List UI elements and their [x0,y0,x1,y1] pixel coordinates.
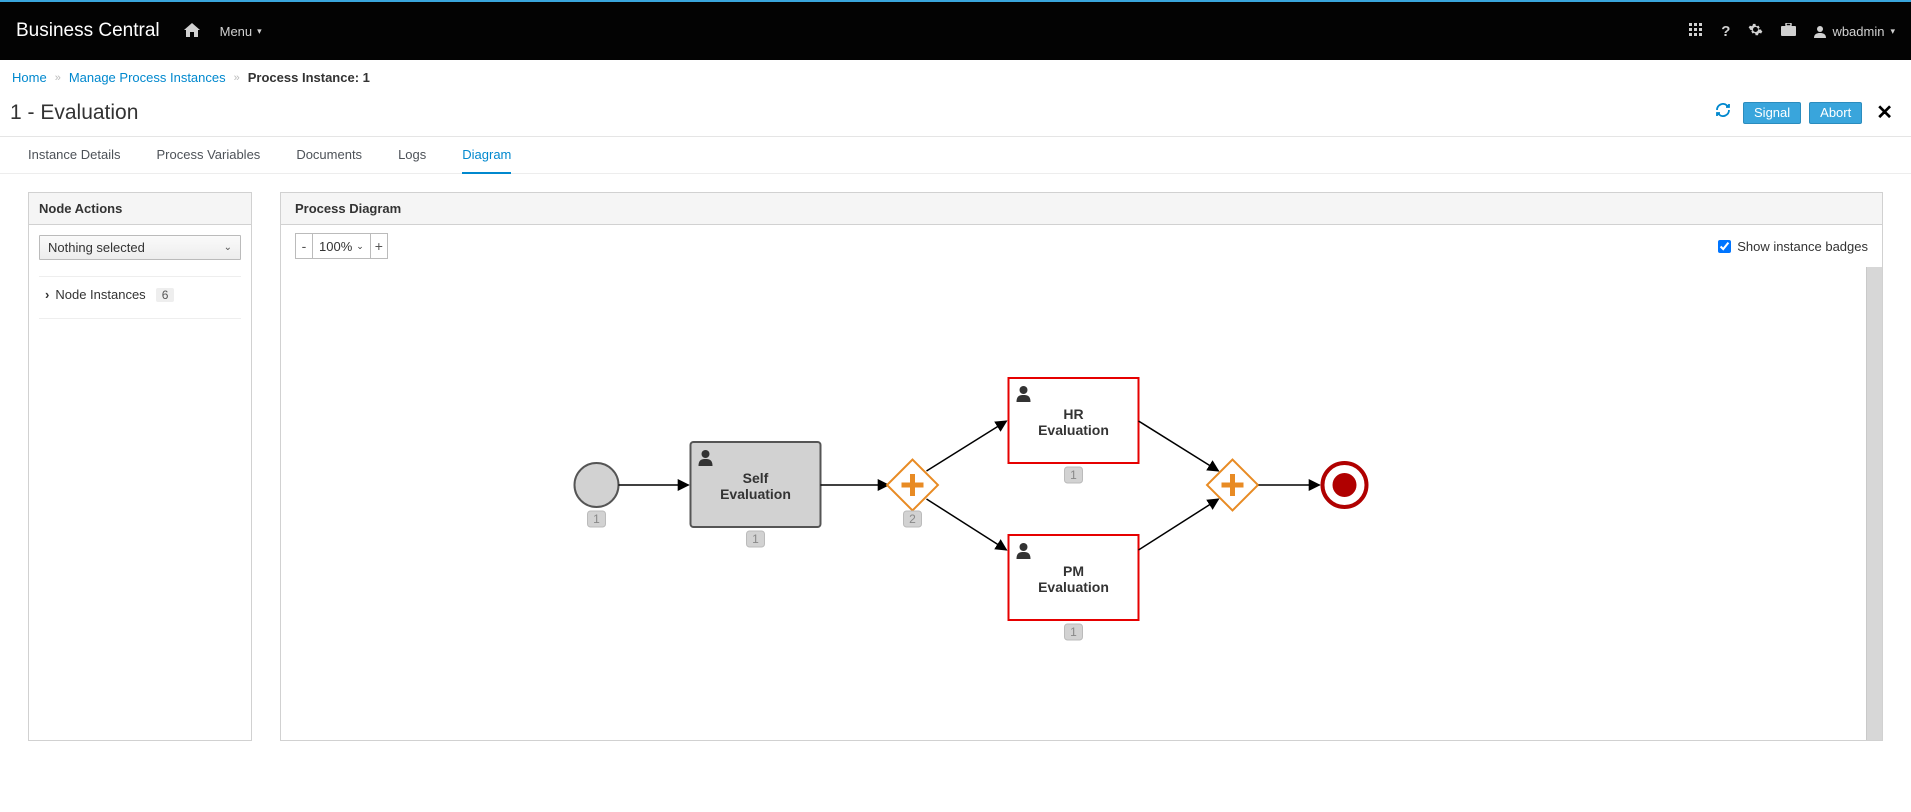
help-icon[interactable]: ? [1721,23,1730,40]
tab-diagram[interactable]: Diagram [462,137,511,174]
flow-pm-gw2 [1139,499,1219,550]
menu-dropdown[interactable]: Menu ▾ [220,24,262,39]
user-menu[interactable]: wbadmin ▾ [1814,24,1895,39]
end-event[interactable] [1323,463,1367,507]
self-eval-badge: 1 [747,531,765,547]
bpmn-diagram: 1 Self Evaluation 1 [281,267,1882,737]
breadcrumb-manage[interactable]: Manage Process Instances [69,70,226,85]
node-select[interactable]: Nothing selected ⌄ [39,235,241,260]
node-actions-panel: Node Actions Nothing selected ⌄ › Node I… [28,192,252,741]
abort-button[interactable]: Abort [1809,102,1862,124]
show-badges-row[interactable]: Show instance badges [1718,239,1868,254]
breadcrumb-home[interactable]: Home [12,70,47,85]
flow-gw1-pm [927,499,1007,550]
home-icon[interactable] [184,23,200,40]
start-event[interactable] [575,463,619,507]
gear-icon[interactable] [1748,22,1763,40]
nav-right: ? wbadmin ▾ [1689,22,1895,40]
zoom-level: 100% [319,239,352,254]
flow-gw1-hr [927,421,1007,471]
tab-documents[interactable]: Documents [296,137,362,173]
node-select-value: Nothing selected [48,240,145,255]
refresh-icon[interactable] [1711,99,1735,126]
svg-text:1: 1 [593,512,600,526]
svg-text:Self: Self [743,470,769,486]
breadcrumb: Home » Manage Process Instances » Proces… [0,60,1911,95]
menu-label: Menu [220,24,253,39]
brand: Business Central [16,20,160,42]
breadcrumb-separator: » [55,72,61,84]
pm-evaluation-task[interactable]: PM Evaluation [1009,535,1139,620]
node-instances-label: Node Instances [55,287,145,302]
title-bar: 1 - Evaluation Signal Abort ✕ [0,95,1911,137]
svg-text:Evaluation: Evaluation [1038,422,1109,438]
hr-evaluation-task[interactable]: HR Evaluation [1009,378,1139,463]
zoom-group: - 100% ⌄ + [295,233,388,259]
diagram-panel: Process Diagram - 100% ⌄ + Show instance… [280,192,1883,741]
start-event-badge: 1 [588,511,606,527]
svg-text:1: 1 [752,532,759,546]
tab-instance-details[interactable]: Instance Details [28,137,121,173]
diagram-canvas[interactable]: 1 Self Evaluation 1 [281,267,1882,740]
chevron-right-icon: › [45,287,49,302]
chevron-down-icon: ⌄ [224,242,232,253]
breadcrumb-separator: » [234,72,240,84]
node-actions-body: Nothing selected ⌄ › Node Instances 6 [29,225,251,329]
svg-text:PM: PM [1063,563,1084,579]
user-name: wbadmin [1832,24,1884,39]
svg-text:Evaluation: Evaluation [720,486,791,502]
chevron-down-icon: ⌄ [356,241,364,252]
node-instances-count: 6 [156,288,175,302]
content: Node Actions Nothing selected ⌄ › Node I… [0,174,1911,759]
diagram-header: Process Diagram [281,193,1882,225]
tab-logs[interactable]: Logs [398,137,426,173]
gateway-split-badge: 2 [904,511,922,527]
show-badges-label: Show instance badges [1737,239,1868,254]
zoom-in-button[interactable]: + [370,233,388,259]
flow-hr-gw2 [1139,421,1219,471]
zoom-out-button[interactable]: - [295,233,313,259]
node-instances-toggle[interactable]: › Node Instances 6 [39,276,241,319]
chevron-down-icon: ▾ [257,26,262,37]
tabs: Instance Details Process Variables Docum… [0,137,1911,174]
svg-text:2: 2 [909,512,916,526]
close-icon[interactable]: ✕ [1870,100,1899,125]
zoom-select[interactable]: 100% ⌄ [313,233,370,259]
title-actions: Signal Abort ✕ [1711,99,1899,126]
vertical-scrollbar[interactable] [1866,267,1882,740]
gateway-join[interactable] [1207,460,1258,511]
node-actions-header: Node Actions [29,193,251,225]
breadcrumb-current: Process Instance: 1 [248,70,370,85]
self-evaluation-task[interactable]: Self Evaluation [691,442,821,527]
briefcase-icon[interactable] [1781,23,1796,39]
svg-text:HR: HR [1063,406,1083,422]
svg-text:Evaluation: Evaluation [1038,579,1109,595]
hr-eval-badge: 1 [1065,467,1083,483]
diagram-toolbar: - 100% ⌄ + Show instance badges [281,225,1882,267]
pm-eval-badge: 1 [1065,624,1083,640]
gateway-split[interactable] [887,460,938,511]
chevron-down-icon: ▾ [1890,26,1895,37]
nav-left: Menu ▾ [184,23,262,40]
svg-text:1: 1 [1070,468,1077,482]
page-title: 1 - Evaluation [10,101,138,125]
apps-icon[interactable] [1689,23,1703,40]
tab-process-variables[interactable]: Process Variables [157,137,261,173]
signal-button[interactable]: Signal [1743,102,1801,124]
show-badges-checkbox[interactable] [1718,240,1731,253]
svg-text:1: 1 [1070,625,1077,639]
top-navbar: Business Central Menu ▾ ? wbadmin ▾ [0,0,1911,60]
